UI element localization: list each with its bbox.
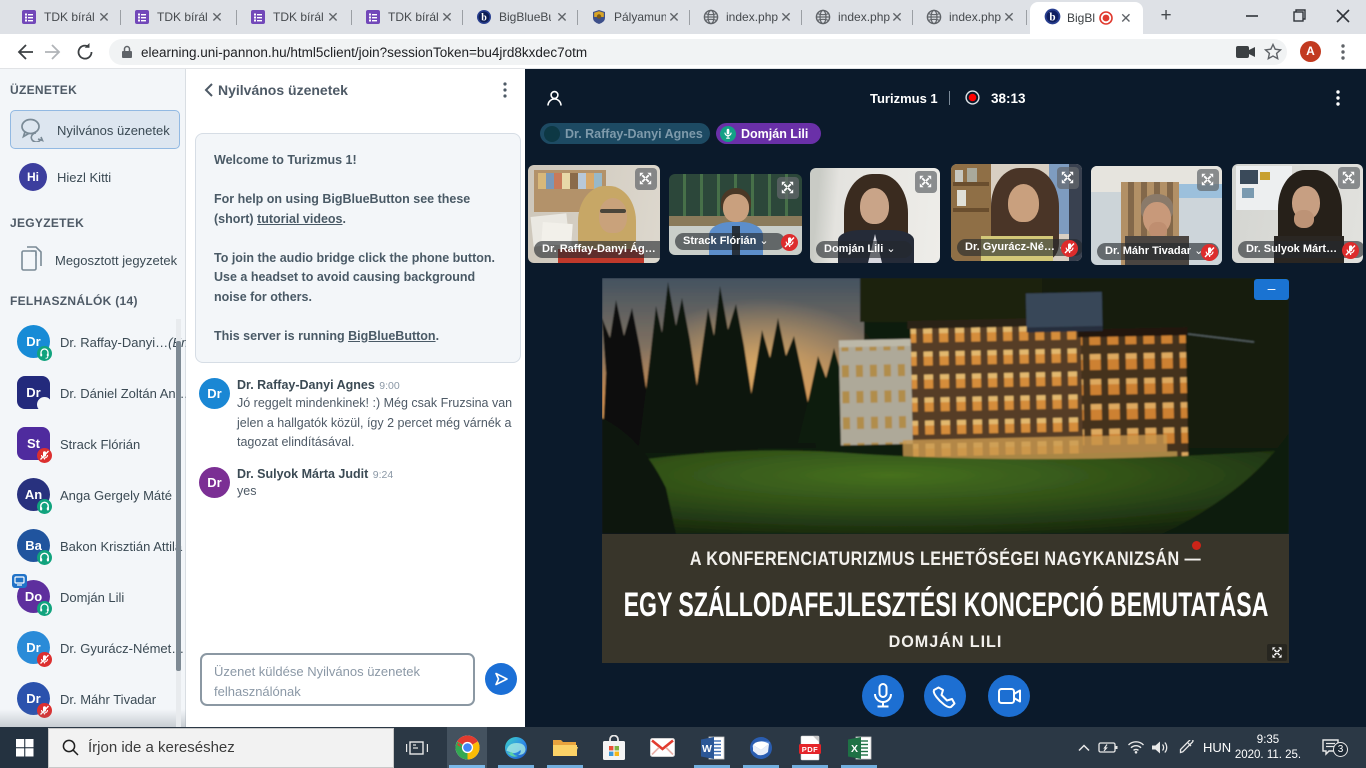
svg-text:PDF: PDF <box>802 745 819 754</box>
svg-text:X: X <box>851 743 858 755</box>
svg-text:b: b <box>1049 12 1055 24</box>
svg-text:W: W <box>702 743 712 755</box>
svg-text:b: b <box>481 13 487 24</box>
